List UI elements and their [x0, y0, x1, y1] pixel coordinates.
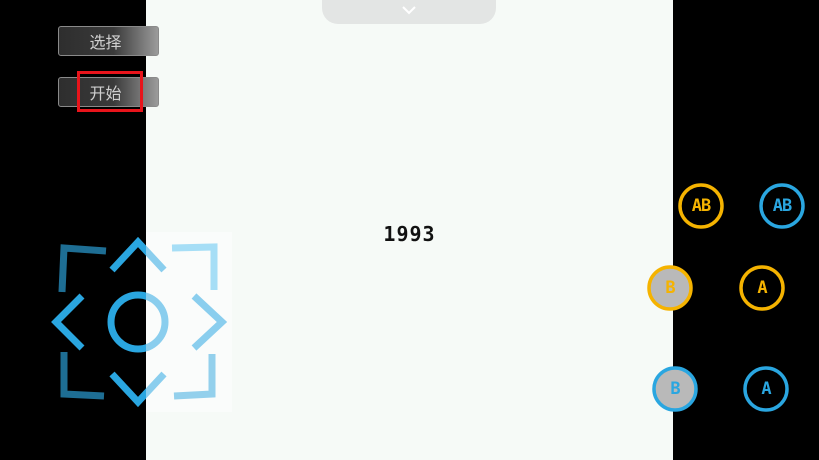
- dpad-up-right: [171, 243, 218, 290]
- dpad-down-left: [60, 352, 105, 400]
- select-button[interactable]: 选择: [58, 26, 159, 56]
- b-blue-label: B: [670, 379, 680, 399]
- start-button-highlight: [77, 71, 143, 112]
- dpad-right: [191, 293, 228, 351]
- a-blue-label: A: [761, 379, 771, 399]
- dpad-down: [109, 371, 167, 408]
- pull-down-tab[interactable]: [322, 0, 496, 24]
- turbo-ab-yellow-label: AB: [691, 196, 711, 216]
- turbo-ab-blue-button[interactable]: AB: [759, 183, 805, 229]
- dpad-center: [107, 291, 169, 353]
- turbo-b-yellow-button[interactable]: B: [647, 265, 693, 311]
- turbo-ab-blue-label: AB: [772, 196, 792, 216]
- turbo-a-yellow-button[interactable]: A: [739, 265, 785, 311]
- dpad-down-right: [173, 354, 216, 400]
- chevron-down-icon: [402, 6, 416, 15]
- turbo-b-yellow-label: B: [665, 278, 675, 298]
- turbo-ab-yellow-button[interactable]: AB: [678, 183, 724, 229]
- dpad-up: [109, 236, 167, 273]
- dpad-left: [51, 293, 85, 351]
- dpad-up-left: [58, 244, 107, 293]
- turbo-a-yellow-label: A: [757, 278, 767, 298]
- select-button-label: 选择: [89, 33, 122, 52]
- b-blue-button[interactable]: B: [652, 366, 698, 412]
- a-blue-button[interactable]: A: [743, 366, 789, 412]
- dpad[interactable]: [46, 232, 232, 412]
